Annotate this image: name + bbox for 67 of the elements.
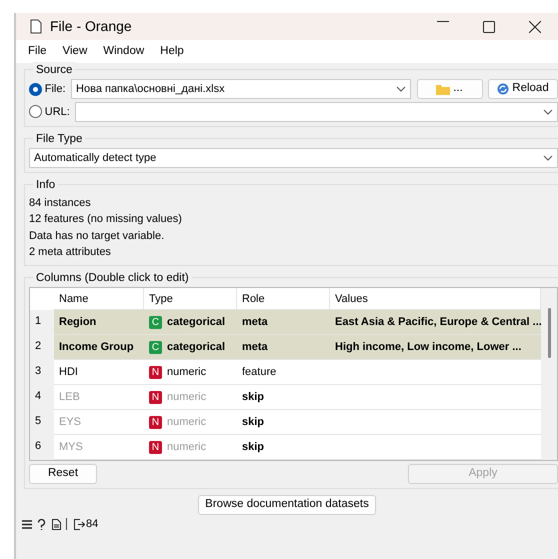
browse-documentation-button[interactable]: Browse documentation datasets [198, 494, 376, 514]
window-title: File - Orange [50, 17, 132, 36]
path-combobox[interactable]: Нова папка\основні_дані.xlsx [71, 79, 412, 99]
minimize-icon[interactable] [437, 20, 449, 22]
separator-icon [66, 518, 68, 530]
type-text: numeric [167, 440, 206, 455]
type-badge: N [149, 440, 162, 454]
info-text: Data has no target variable. [29, 228, 166, 244]
reload-button[interactable]: Reload [488, 79, 558, 99]
row-number: 6 [30, 435, 54, 460]
type-badge: N [149, 390, 162, 404]
info-text: 12 features (no missing values) [29, 212, 183, 228]
row-number: 5 [30, 410, 54, 436]
type-badge: C [149, 340, 162, 354]
table-cell: feature [237, 360, 330, 386]
table-cell: skip [237, 410, 330, 436]
file-type-dropdown[interactable]: Automatically detect type [29, 148, 558, 168]
menu-item[interactable]: Window [95, 42, 152, 60]
folder-icon [436, 84, 450, 94]
table-cell: Income Group [54, 335, 144, 360]
radio-button[interactable] [29, 105, 42, 118]
menu-item[interactable]: File [20, 42, 55, 60]
type-text: categorical [167, 340, 226, 355]
type-text: categorical [167, 315, 226, 330]
document-icon [30, 19, 42, 34]
table-cell: High income, Low income, Lower ... [330, 335, 541, 360]
menu-icon[interactable] [22, 520, 32, 529]
type-text: numeric [167, 390, 206, 405]
table-cell: Region [54, 310, 144, 336]
row-number: 2 [30, 335, 54, 360]
row-number: 3 [30, 360, 54, 386]
table-cell: skip [237, 435, 330, 460]
menu-item[interactable]: View [54, 42, 96, 60]
row-number: 1 [30, 310, 54, 336]
browse-button[interactable]: ... [416, 79, 483, 99]
table-cell: EYS [54, 410, 144, 436]
type-badge: C [149, 316, 162, 329]
close-icon[interactable] [529, 20, 541, 32]
table-cell: meta [237, 310, 330, 336]
table-cell: LEB [54, 385, 144, 410]
table-cell: skip [237, 385, 330, 410]
chevron-icon [543, 108, 553, 115]
scrollbar-thumb[interactable] [548, 308, 550, 358]
field-label: File: [44, 82, 66, 97]
chevron-icon [396, 86, 406, 92]
type-text: numeric [167, 365, 206, 380]
chevron-icon [543, 155, 553, 162]
maximize-icon[interactable] [483, 20, 495, 32]
help-icon[interactable] [37, 518, 46, 530]
type-badge: N [149, 416, 162, 429]
menu-item[interactable]: Help [152, 42, 192, 60]
row-number: 4 [30, 385, 54, 410]
info-text: 84 instances [29, 196, 92, 211]
reset-button[interactable]: Reset [29, 464, 97, 484]
radio-button[interactable] [29, 82, 42, 96]
table-cell: HDI [54, 360, 144, 386]
document-icon[interactable] [52, 518, 60, 530]
type-badge: N [149, 366, 162, 379]
refresh-icon [497, 83, 510, 95]
table-cell: East Asia & Pacific, Europe & Central ... [330, 310, 541, 336]
type-text: numeric [167, 415, 206, 430]
table-cell: MYS [54, 435, 144, 460]
output-icon[interactable] [74, 518, 84, 530]
table-cell: meta [237, 335, 330, 360]
field-label: URL: [44, 104, 70, 120]
output-count: 84 [86, 517, 98, 532]
info-text: 2 meta attributes [29, 245, 112, 260]
